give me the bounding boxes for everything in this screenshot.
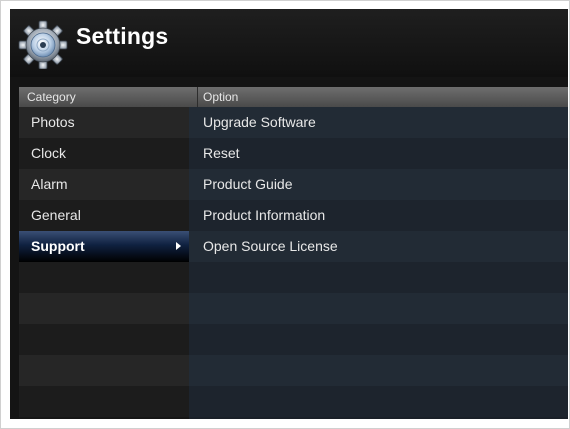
settings-screen: Settings Category Option Photos Clock Al… bbox=[10, 9, 568, 419]
option-item-open-source-license[interactable]: Open Source License bbox=[189, 231, 568, 262]
category-item-general[interactable]: General bbox=[19, 200, 189, 231]
option-list: Upgrade Software Reset Product Guide Pro… bbox=[189, 107, 568, 419]
option-item-product-information[interactable]: Product Information bbox=[189, 200, 568, 231]
category-item-label: Clock bbox=[31, 145, 67, 161]
empty-row bbox=[19, 262, 189, 293]
option-item-label: Reset bbox=[203, 145, 240, 161]
option-item-product-guide[interactable]: Product Guide bbox=[189, 169, 568, 200]
column-header-category: Category bbox=[27, 90, 76, 104]
empty-row bbox=[19, 293, 189, 324]
chevron-right-icon bbox=[176, 242, 181, 250]
column-header-bar: Category Option bbox=[19, 87, 568, 107]
empty-row bbox=[19, 324, 189, 355]
category-item-support[interactable]: Support bbox=[19, 231, 189, 262]
option-item-reset[interactable]: Reset bbox=[189, 138, 568, 169]
column-header-option: Option bbox=[203, 90, 239, 104]
category-item-label: Photos bbox=[31, 114, 75, 130]
empty-row bbox=[189, 293, 568, 324]
category-item-photos[interactable]: Photos bbox=[19, 107, 189, 138]
empty-row bbox=[19, 386, 189, 417]
empty-row bbox=[189, 355, 568, 386]
category-list: Photos Clock Alarm General Support bbox=[19, 107, 189, 419]
category-item-clock[interactable]: Clock bbox=[19, 138, 189, 169]
option-item-label: Open Source License bbox=[203, 238, 338, 254]
category-item-label: Alarm bbox=[31, 176, 68, 192]
gear-disc-icon bbox=[18, 19, 68, 70]
option-item-label: Product Information bbox=[203, 207, 326, 223]
option-item-upgrade-software[interactable]: Upgrade Software bbox=[189, 107, 568, 138]
empty-row bbox=[189, 386, 568, 417]
empty-row bbox=[189, 262, 568, 293]
page-title: Settings bbox=[76, 23, 169, 49]
option-item-label: Product Guide bbox=[203, 176, 293, 192]
category-item-label: Support bbox=[31, 238, 85, 254]
empty-row bbox=[19, 355, 189, 386]
option-item-label: Upgrade Software bbox=[203, 114, 316, 130]
empty-row bbox=[189, 324, 568, 355]
category-item-alarm[interactable]: Alarm bbox=[19, 169, 189, 200]
column-divider bbox=[197, 87, 198, 107]
header: Settings bbox=[10, 9, 568, 77]
device-frame: Settings Category Option Photos Clock Al… bbox=[0, 0, 570, 429]
category-item-label: General bbox=[31, 207, 81, 223]
